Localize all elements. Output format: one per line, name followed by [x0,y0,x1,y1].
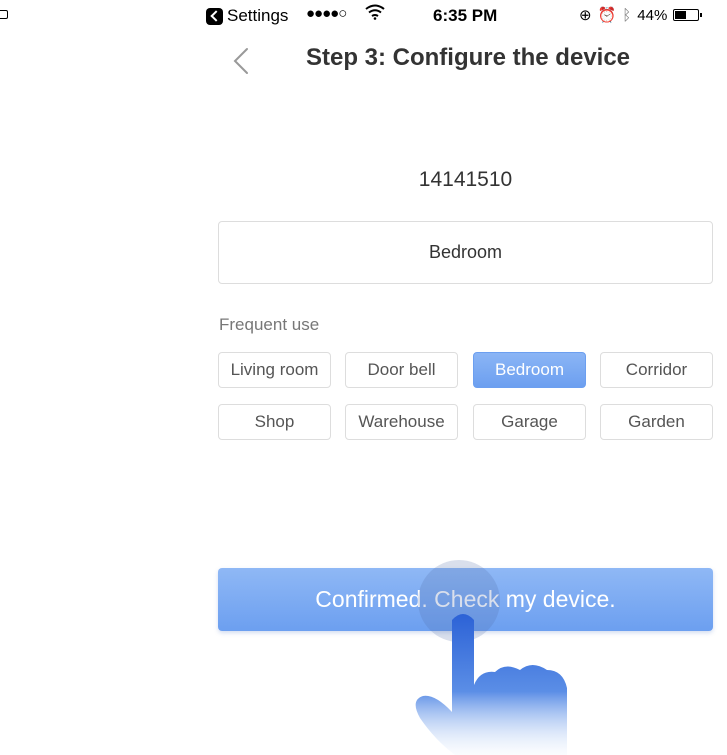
wifi-icon [365,4,385,25]
back-to-app[interactable]: Settings [206,6,288,26]
orientation-lock-icon: ⊕ [579,7,592,24]
status-bar: Settings ●●●●○ 6:35 PM ⊕ ⏰ ᛒ 44% [200,0,727,30]
alarm-icon: ⏰ [597,7,617,24]
back-app-label: Settings [227,6,289,25]
pointing-hand-icon [415,614,567,755]
frequent-option[interactable]: Door bell [345,352,458,388]
frequent-option[interactable]: Shop [218,404,331,440]
status-time: 6:35 PM [433,6,498,25]
chevron-left-icon[interactable] [229,47,257,75]
signal-icon: ●●●●○ [306,5,347,22]
partial-battery-icon [0,10,8,19]
frequent-use-label: Frequent use [219,315,320,334]
device-name-input[interactable] [218,221,713,284]
back-app-icon [206,7,223,25]
frequent-option[interactable]: Living room [218,352,331,388]
battery-icon [673,9,703,21]
frequent-option[interactable]: Garage [473,404,586,440]
bluetooth-icon: ᛒ [622,6,632,24]
frequent-option[interactable]: Garden [600,404,713,440]
frequent-option[interactable]: Bedroom [473,352,586,388]
battery-percent: 44% [637,6,668,24]
device-id: 14141510 [418,168,513,191]
frequent-option[interactable]: Warehouse [345,404,458,440]
page-title: Step 3: Configure the device [305,44,631,71]
frequent-option[interactable]: Corridor [600,352,713,388]
